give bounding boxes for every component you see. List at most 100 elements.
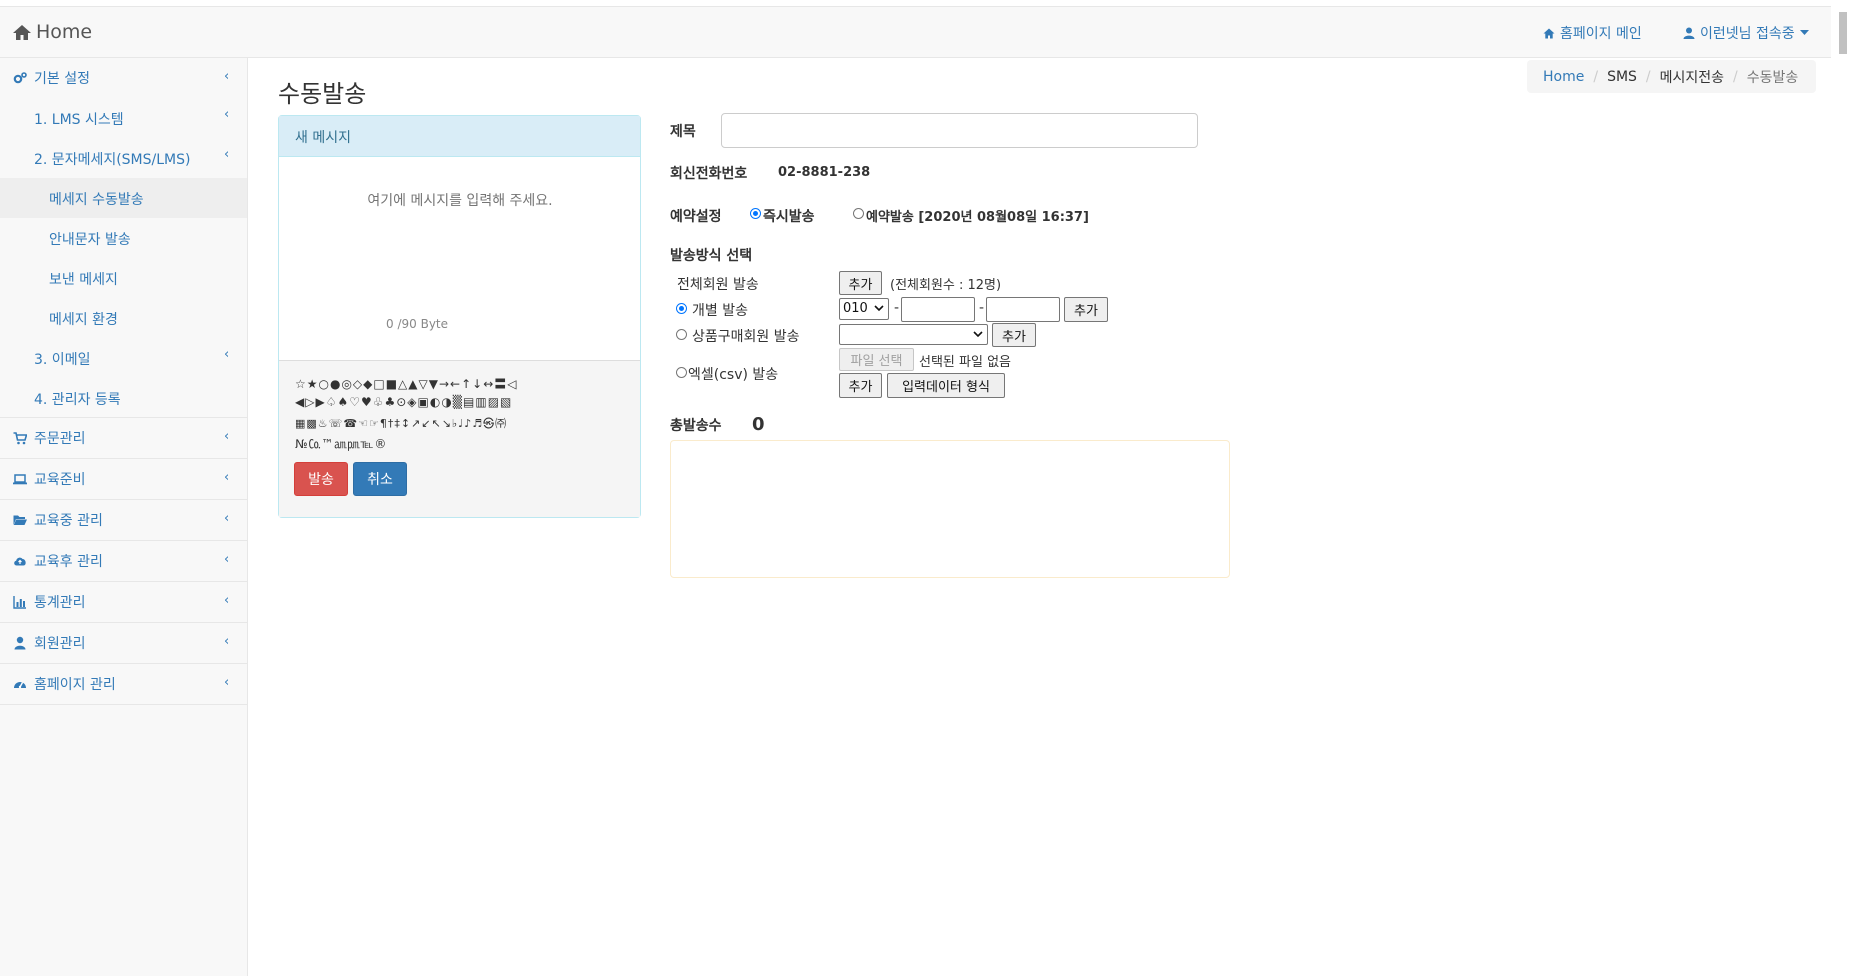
breadcrumb-sms: SMS <box>1607 68 1637 85</box>
product-buyers-radio[interactable] <box>676 329 687 340</box>
reply-number-label: 회신전화번호 <box>670 166 748 182</box>
all-members-add-button[interactable]: 추가 <box>839 271 882 295</box>
sidebar-label: 메세지 수동발송 <box>49 192 144 208</box>
schedule-label: 예약설정 <box>670 209 722 225</box>
sidebar-label: 교육준비 <box>34 472 86 488</box>
total-send-value: 0 <box>752 414 765 435</box>
breadcrumb-separator: / <box>1645 68 1651 85</box>
product-select[interactable] <box>839 324 988 345</box>
chevron-left-icon: ‹ <box>224 593 230 608</box>
recipient-list-box[interactable] <box>670 440 1230 578</box>
individual-send-radio[interactable] <box>676 303 687 314</box>
breadcrumb-home-link[interactable]: Home <box>1543 69 1584 85</box>
chevron-left-icon: ‹ <box>224 107 230 122</box>
phone-dash: - <box>979 300 985 316</box>
brand-home-link[interactable]: Home <box>12 21 92 43</box>
cogs-icon <box>13 72 27 84</box>
phone-last-input[interactable] <box>986 297 1060 322</box>
symbol-row[interactable]: ◀▷▶♤♠♡♥♧♣⊙◈▣◐◑▒▤▥▨▧ <box>295 395 512 409</box>
sidebar-label: 교육중 관리 <box>34 513 103 529</box>
file-status-text: 선택된 파일 없음 <box>919 355 1011 370</box>
sidebar-item-orders[interactable]: 주문관리 ‹ <box>0 418 247 459</box>
brand-label: Home <box>36 21 93 43</box>
sidebar-item-members[interactable]: 회원관리 ‹ <box>0 623 247 664</box>
sidebar-label: 기본 설정 <box>34 71 90 87</box>
sidebar-item-sms-notice[interactable]: 안내문자 발송 <box>0 218 247 258</box>
sidebar-item-edu-after[interactable]: 교육후 관리 ‹ <box>0 541 247 582</box>
cloud-upload-icon <box>14 557 26 566</box>
symbol-row[interactable]: ▦▩♨☏☎☜☞¶†‡↕↗↙↖↘♭♩♪♬㉿㈜ <box>295 415 507 431</box>
chevron-left-icon: ‹ <box>224 429 230 444</box>
sidebar-item-sms-env[interactable]: 메세지 환경 <box>0 298 247 338</box>
chevron-left-icon: ‹ <box>224 675 230 690</box>
user-menu-dropdown[interactable]: 이런넷님 접속중 <box>1683 23 1809 43</box>
individual-add-button[interactable]: 추가 <box>1064 297 1108 322</box>
total-send-label: 총발송수 <box>670 418 722 434</box>
excel-add-button[interactable]: 추가 <box>839 373 882 398</box>
bar-chart-icon <box>13 596 26 609</box>
sidebar-label: 회원관리 <box>34 636 86 652</box>
phone-middle-input[interactable] <box>901 297 975 322</box>
homepage-main-link[interactable]: 홈페이지 메인 <box>1543 23 1642 43</box>
sidebar-item-sms-sent[interactable]: 보낸 메세지 <box>0 258 247 298</box>
chevron-left-icon: ‹ <box>224 511 230 526</box>
sidebar-item-admin[interactable]: 4. 관리자 등록 <box>0 378 247 418</box>
phone-prefix-value: 010 <box>843 301 868 316</box>
excel-send-label: 엑셀(csv) 발송 <box>688 367 779 383</box>
panel-header-title: 새 메시지 <box>295 130 351 146</box>
home-icon <box>13 24 31 40</box>
excel-send-radio[interactable] <box>676 367 687 378</box>
user-icon <box>1683 27 1695 39</box>
folder-open-icon <box>13 515 27 525</box>
cancel-button[interactable]: 취소 <box>353 462 407 496</box>
schedule-now-radio[interactable] <box>750 208 761 219</box>
chevron-left-icon: ‹ <box>224 634 230 649</box>
subject-input[interactable] <box>721 113 1198 148</box>
sidebar-item-email[interactable]: 3. 이메일 ‹ <box>0 338 247 378</box>
phone-prefix-select[interactable]: 010 <box>839 298 889 320</box>
symbol-row[interactable]: ☆★○●◎◇◆□■△▲▽▼→←↑↓↔〓◁ <box>295 375 517 392</box>
chevron-down-icon <box>874 305 884 312</box>
sidebar-item-edu-prep[interactable]: 교육준비 ‹ <box>0 459 247 500</box>
page-title: 수동발송 <box>278 80 367 108</box>
laptop-icon <box>13 474 27 485</box>
sidebar-item-edu-mid[interactable]: 교육중 관리 ‹ <box>0 500 247 541</box>
sidebar-item-homepage[interactable]: 홈페이지 관리 ‹ <box>0 664 247 705</box>
homepage-main-label: 홈페이지 메인 <box>1560 26 1642 42</box>
sidebar-item-sms[interactable]: 2. 문자메세지(SMS/LMS) ‹ <box>0 138 247 178</box>
schedule-later-radio[interactable] <box>853 208 864 219</box>
panel-header: 새 메시지 <box>279 116 640 157</box>
breadcrumb-separator: / <box>1593 68 1599 85</box>
chevron-left-icon: ‹ <box>224 147 230 162</box>
caret-down-icon <box>1799 30 1809 35</box>
chevron-down-icon <box>973 331 983 338</box>
shopping-cart-icon <box>13 432 27 445</box>
breadcrumb-current: 수동발송 <box>1746 69 1799 86</box>
sidebar-item-stats[interactable]: 통계관리 ‹ <box>0 582 247 623</box>
individual-send-label: 개별 발송 <box>692 303 748 319</box>
breadcrumb-separator: / <box>1733 68 1738 85</box>
sidebar-label: 3. 이메일 <box>34 352 91 368</box>
file-select-button[interactable]: 파일 선택 <box>839 348 914 371</box>
scrollbar-thumb[interactable] <box>1839 12 1847 54</box>
byte-counter: 0 /90 Byte <box>386 317 448 331</box>
reply-number-value: 02-8881-238 <box>778 165 871 180</box>
sidebar: 기본 설정 ‹ 1. LMS 시스템 ‹ 2. 문자메세지(SMS/LMS) ‹… <box>0 58 248 976</box>
sidebar-item-sms-manual[interactable]: 메세지 수동발송 <box>0 178 247 218</box>
symbol-row[interactable]: №㏇™㏂㏘℡® <box>295 435 387 452</box>
sidebar-item-lms-system[interactable]: 1. LMS 시스템 ‹ <box>0 98 247 138</box>
product-buyers-add-button[interactable]: 추가 <box>992 323 1036 347</box>
sidebar-label: 주문관리 <box>34 431 86 447</box>
send-button[interactable]: 발송 <box>294 462 348 496</box>
sidebar-label: 통계관리 <box>34 595 86 611</box>
phone-dash: - <box>894 300 900 316</box>
top-navbar: Home 홈페이지 메인 이런넷님 접속중 <box>0 7 1849 58</box>
sidebar-item-basic-settings[interactable]: 기본 설정 ‹ <box>0 58 247 98</box>
input-format-button[interactable]: 입력데이터 형식 <box>887 373 1005 398</box>
byte-count-value: 0 <box>386 317 394 331</box>
top-strip <box>0 0 1849 7</box>
sidebar-label: 보낸 메세지 <box>49 272 118 288</box>
page-scrollbar[interactable] <box>1831 0 1849 976</box>
breadcrumb-message-send: 메시지전송 <box>1659 69 1725 86</box>
chevron-left-icon: ‹ <box>224 347 230 362</box>
